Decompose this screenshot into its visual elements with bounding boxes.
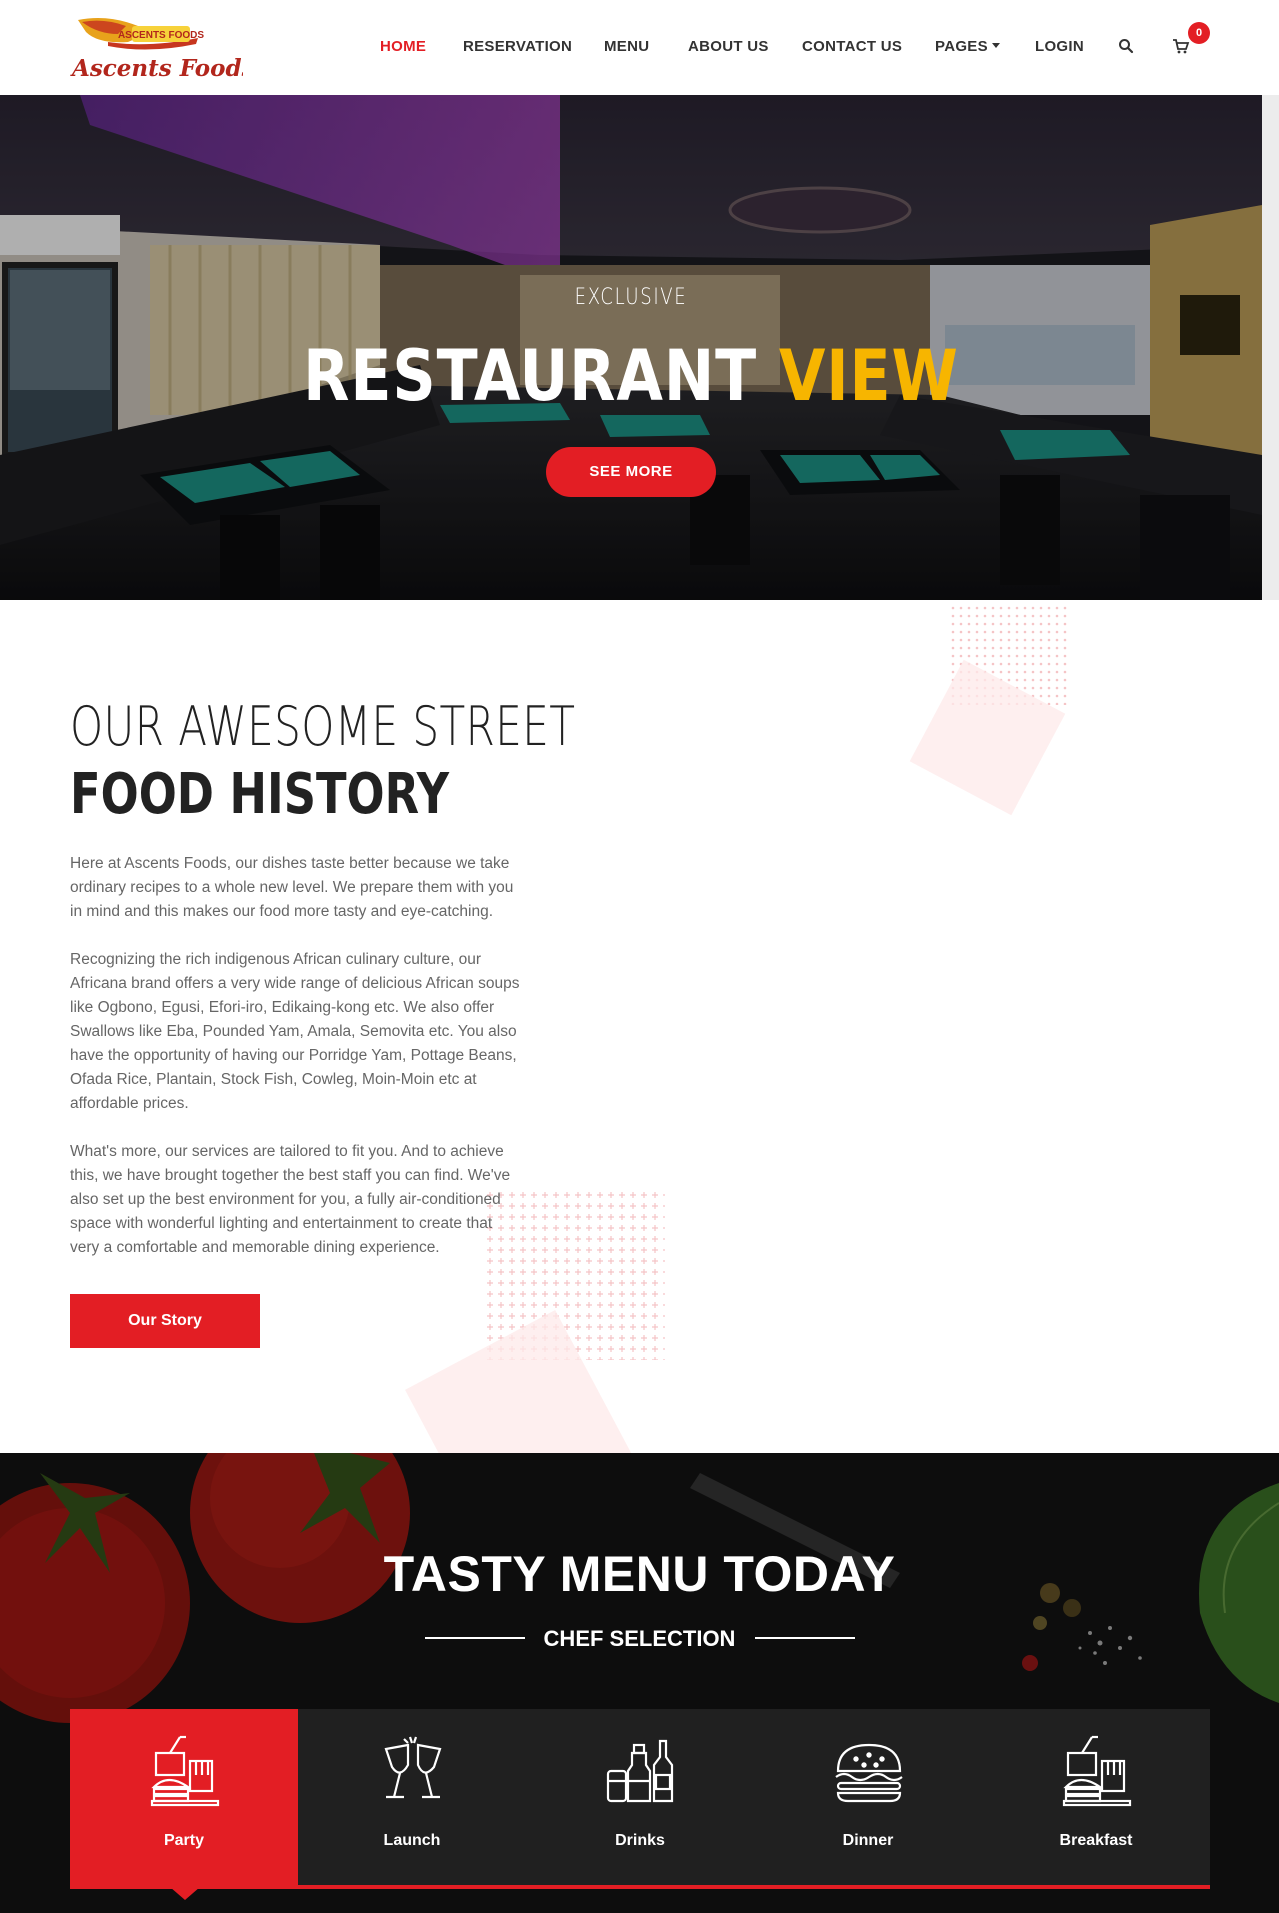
menu-section: TASTY MENU TODAY CHEF SELECTION Party La… (0, 1453, 1279, 1913)
nav-about[interactable]: ABOUT US (688, 38, 769, 55)
breakfast-combo-icon (1062, 1735, 1132, 1807)
story-heading-light: OUR AWESOME STREET (70, 695, 576, 758)
nav-contact[interactable]: CONTACT US (802, 38, 902, 55)
nav-pages-label: PAGES (935, 38, 988, 55)
party-combo-icon (150, 1735, 220, 1807)
tabs-underline (70, 1885, 1210, 1889)
see-more-button[interactable]: SEE MORE (546, 447, 716, 497)
menu-title: TASTY MENU TODAY (383, 1546, 896, 1602)
menu-category-tabs: Party Launch Drinks Dinner Breakfast (70, 1709, 1210, 1887)
story-paragraph-1: Here at Ascents Foods, our dishes taste … (70, 855, 514, 920)
story-heading-bold: FOOD HISTORY (70, 762, 450, 827)
tab-party-label: Party (163, 1832, 205, 1849)
tab-breakfast[interactable]: Breakfast (982, 1709, 1210, 1887)
tab-dinner-label: Dinner (842, 1832, 894, 1849)
nav-reservation[interactable]: RESERVATION (463, 38, 572, 55)
tab-breakfast-label: Breakfast (1059, 1832, 1133, 1849)
tab-launch-label: Launch (383, 1832, 441, 1849)
tab-launch[interactable]: Launch (298, 1709, 526, 1887)
story-section: OUR AWESOME STREET FOOD HISTORY Here at … (0, 600, 1279, 1453)
tab-dinner[interactable]: Dinner (754, 1709, 982, 1887)
story-paragraph-2: Recognizing the rich indigenous African … (70, 951, 520, 1112)
nav-login[interactable]: LOGIN (1035, 38, 1084, 55)
hero-scrollbar[interactable] (1262, 95, 1279, 600)
menu-subtitle: CHEF SELECTION (543, 1626, 736, 1651)
hero-banner: EXCLUSIVE RESTAURANT VIEW SEE MORE (0, 95, 1262, 600)
cart-icon[interactable] (1172, 38, 1192, 58)
nav-pages-dropdown[interactable]: PAGES (935, 38, 1000, 55)
chevron-down-icon (991, 42, 1000, 48)
hero-title: RESTAURANT VIEW (88, 335, 1173, 417)
drinks-bottles-icon (606, 1739, 674, 1803)
search-icon[interactable] (1118, 38, 1138, 58)
active-tab-pointer (170, 1887, 200, 1900)
story-paragraph-3: What's more, our services are tailored t… (70, 1143, 511, 1256)
cart-count-badge: 0 (1188, 22, 1210, 44)
tab-drinks-label: Drinks (615, 1832, 665, 1849)
our-story-button[interactable]: Our Story (70, 1294, 260, 1348)
logo-script-text: Ascents Foods (70, 55, 243, 82)
tab-party[interactable]: Party (70, 1709, 298, 1887)
nav-home[interactable]: HOME (380, 38, 426, 55)
hero-eyebrow: EXCLUSIVE (574, 285, 688, 310)
nav-menu[interactable]: MENU (604, 38, 649, 55)
site-header: ASCENTS FOODS Ascents Foods HOME RESERVA… (0, 0, 1279, 95)
hero-title-yellow: VIEW (778, 335, 959, 417)
burger-icon (835, 1743, 903, 1803)
main-nav: HOME RESERVATION MENU ABOUT US CONTACT U… (0, 38, 1279, 58)
hero-title-white: RESTAURANT (303, 335, 758, 417)
subtitle-rule-right (755, 1637, 855, 1639)
wine-glasses-icon (384, 1736, 442, 1799)
tab-drinks[interactable]: Drinks (526, 1709, 754, 1887)
